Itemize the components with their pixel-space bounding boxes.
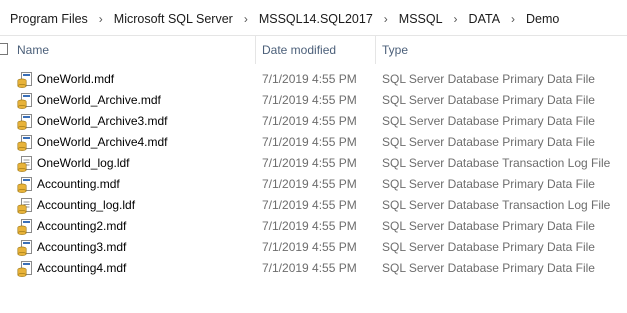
column-divider[interactable] [375, 36, 376, 64]
file-date-modified: 7/1/2019 4:55 PM [262, 93, 357, 107]
file-type: SQL Server Database Transaction Log File [382, 198, 611, 212]
file-date-modified: 7/1/2019 4:55 PM [262, 198, 357, 212]
file-list: OneWorld.mdf 7/1/2019 4:55 PM SQL Server D… [0, 69, 627, 279]
file-date-modified: 7/1/2019 4:55 PM [262, 156, 357, 170]
file-date-modified: 7/1/2019 4:55 PM [262, 135, 357, 149]
file-date-modified: 7/1/2019 4:55 PM [262, 177, 357, 191]
file-row[interactable]: Accounting.mdf 7/1/2019 4:55 PM SQL Server… [0, 174, 627, 195]
sql-data-file-icon [17, 261, 33, 277]
sql-data-file-icon [17, 177, 33, 193]
column-header-row: Name Date modified Type [0, 36, 627, 64]
file-date-modified: 7/1/2019 4:55 PM [262, 72, 357, 86]
sql-data-file-icon [17, 135, 33, 151]
sql-log-file-icon [17, 198, 33, 214]
breadcrumb-item[interactable]: DATA [467, 12, 502, 26]
file-row[interactable]: OneWorld_Archive4.mdf 7/1/2019 4:55 PM SQL… [0, 132, 627, 153]
file-name: OneWorld_Archive3.mdf [37, 114, 168, 128]
file-name: Accounting.mdf [37, 177, 120, 191]
file-name: OneWorld_log.ldf [37, 156, 130, 170]
file-row[interactable]: OneWorld_log.ldf 7/1/2019 4:55 PM SQL Serv… [0, 153, 627, 174]
file-row[interactable]: OneWorld_Archive3.mdf 7/1/2019 4:55 PM SQL… [0, 111, 627, 132]
file-date-modified: 7/1/2019 4:55 PM [262, 261, 357, 275]
sql-data-file-icon [17, 219, 33, 235]
column-header-type[interactable]: Type [382, 43, 408, 57]
breadcrumb-separator-chevron-icon[interactable]: › [235, 12, 257, 26]
file-type: SQL Server Database Transaction Log File [382, 156, 611, 170]
file-name: OneWorld_Archive.mdf [37, 93, 161, 107]
select-all-checkbox[interactable] [0, 43, 8, 55]
file-type: SQL Server Database Primary Data File [382, 72, 595, 86]
column-header-date-modified[interactable]: Date modified [262, 43, 336, 57]
breadcrumb-item[interactable]: Demo [524, 12, 561, 26]
file-name: Accounting2.mdf [37, 219, 127, 233]
sql-log-file-icon [17, 156, 33, 172]
breadcrumb-separator-chevron-icon[interactable]: › [445, 12, 467, 26]
file-type: SQL Server Database Primary Data File [382, 93, 595, 107]
file-row[interactable]: OneWorld.mdf 7/1/2019 4:55 PM SQL Server D… [0, 69, 627, 90]
file-name: OneWorld_Archive4.mdf [37, 135, 168, 149]
breadcrumb-item[interactable]: MSSQL14.SQL2017 [257, 12, 375, 26]
column-header-name[interactable]: Name [17, 43, 49, 57]
breadcrumb-item[interactable]: MSSQL [397, 12, 445, 26]
breadcrumb-item[interactable]: Program Files [0, 12, 90, 26]
file-row[interactable]: Accounting_log.ldf 7/1/2019 4:55 PM SQL Se… [0, 195, 627, 216]
file-type: SQL Server Database Primary Data File [382, 114, 595, 128]
file-row[interactable]: Accounting3.mdf 7/1/2019 4:55 PM SQL Serve… [0, 237, 627, 258]
file-name: Accounting4.mdf [37, 261, 127, 275]
file-row[interactable]: OneWorld_Archive.mdf 7/1/2019 4:55 PM SQL … [0, 90, 627, 111]
sql-data-file-icon [17, 240, 33, 256]
sql-data-file-icon [17, 93, 33, 109]
file-date-modified: 7/1/2019 4:55 PM [262, 114, 357, 128]
file-row[interactable]: Accounting4.mdf 7/1/2019 4:55 PM SQL Serve… [0, 258, 627, 279]
file-date-modified: 7/1/2019 4:55 PM [262, 219, 357, 233]
breadcrumb-separator-chevron-icon[interactable]: › [502, 12, 524, 26]
file-row[interactable]: Accounting2.mdf 7/1/2019 4:55 PM SQL Serve… [0, 216, 627, 237]
breadcrumb-separator-chevron-icon[interactable]: › [90, 12, 112, 26]
file-type: SQL Server Database Primary Data File [382, 240, 595, 254]
file-type: SQL Server Database Primary Data File [382, 177, 595, 191]
breadcrumb-separator-chevron-icon[interactable]: › [375, 12, 397, 26]
address-bar[interactable]: Program Files › Microsoft SQL Server › MSSQL… [0, 0, 627, 36]
file-name: Accounting_log.ldf [37, 198, 136, 212]
file-name: OneWorld.mdf [37, 72, 115, 86]
file-type: SQL Server Database Primary Data File [382, 261, 595, 275]
sql-data-file-icon [17, 114, 33, 130]
file-date-modified: 7/1/2019 4:55 PM [262, 240, 357, 254]
sql-data-file-icon [17, 72, 33, 88]
file-type: SQL Server Database Primary Data File [382, 219, 595, 233]
breadcrumb: Program Files › Microsoft SQL Server › MSSQL… [0, 9, 561, 29]
breadcrumb-item[interactable]: Microsoft SQL Server [112, 12, 235, 26]
file-type: SQL Server Database Primary Data File [382, 135, 595, 149]
column-divider[interactable] [255, 36, 256, 64]
file-name: Accounting3.mdf [37, 240, 127, 254]
